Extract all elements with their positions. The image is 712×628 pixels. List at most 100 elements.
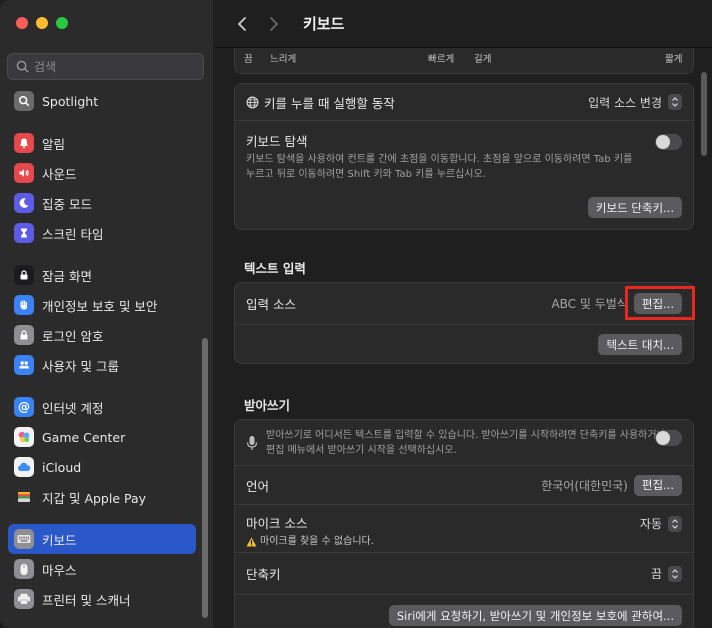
mic-source-popup[interactable]: 자동 <box>640 515 682 532</box>
sidebar-item-wallet[interactable]: 지갑 및 Apple Pay <box>8 482 196 512</box>
sidebar-item-label: 로그인 암호 <box>42 328 104 344</box>
highlight-box <box>625 286 695 320</box>
hourglass-icon <box>14 223 34 243</box>
updown-chevron-icon <box>668 565 682 582</box>
key-repeat-slider-labels: 끔 느리게 빠르게 길게 짧게 <box>234 48 694 74</box>
slider-label-off: 끔 <box>244 54 253 65</box>
sidebar-item-notifications[interactable]: 알림 <box>8 128 196 158</box>
mouse-icon <box>14 559 34 579</box>
sidebar-scrollbar[interactable] <box>202 338 208 618</box>
sidebar-item-label: 인터넷 계정 <box>42 400 104 416</box>
sidebar-item-users[interactable]: 사용자 및 그룹 <box>8 350 196 380</box>
sidebar-item-label: 잠금 화면 <box>42 268 92 284</box>
sidebar-item-sound[interactable]: 사운드 <box>8 158 196 188</box>
keyboard-navigation-desc-1: 키보드 탐색을 사용하여 컨트롤 간에 초점을 이동합니다. 초점을 앞으로 이… <box>246 154 633 165</box>
users-icon <box>14 355 34 375</box>
dictation-section-title: 받아쓰기 <box>244 398 291 413</box>
sidebar-item-privacy[interactable]: 개인정보 보호 및 보안 <box>8 290 196 320</box>
sidebar-item-lock-screen[interactable]: 잠금 화면 <box>8 260 196 290</box>
microphone-icon <box>246 435 258 450</box>
mic-source-row: 마이크 소스 마이크를 찾을 수 없습니다. 자동 <box>235 504 693 552</box>
dictation-language-value: 한국어(대한민국) <box>541 478 628 493</box>
globe-key-popup[interactable]: 입력 소스 변경 <box>588 94 682 111</box>
sidebar: Spotlight 알림 사운드 집중 모드 <box>0 0 214 628</box>
sidebar-item-label: iCloud <box>42 459 82 475</box>
keyboard-navigation-label: 키보드 탐색 <box>246 134 308 149</box>
dictation-language-label: 언어 <box>246 478 270 494</box>
main-pane: 키보드 끔 느리게 빠르게 길게 짧게 키를 누를 때 실행할 동작 입력 소스… <box>215 0 712 628</box>
sidebar-item-label: 스크린 타임 <box>42 226 104 242</box>
sidebar-list: Spotlight 알림 사운드 집중 모드 스크린 타임 잠금 화면 개인정보… <box>8 86 196 614</box>
keyboard-navigation-toggle[interactable] <box>655 134 682 150</box>
settings-content: 끔 느리게 빠르게 길게 짧게 키를 누를 때 실행할 동작 입력 소스 변경 … <box>215 48 712 628</box>
sidebar-item-mouse[interactable]: 마우스 <box>8 554 196 584</box>
bell-icon <box>14 133 34 153</box>
dictation-language-edit-button[interactable]: 편집... <box>633 474 682 496</box>
dictation-shortcut-value: 끔 <box>650 567 662 581</box>
keyboard-shortcuts-button[interactable]: 키보드 단축키... <box>587 197 682 218</box>
keyboard-icon <box>14 529 34 549</box>
sidebar-item-printers[interactable]: 프린터 및 스캐너 <box>8 584 196 614</box>
updown-chevron-icon <box>668 515 682 532</box>
search-field[interactable] <box>7 53 204 80</box>
dictation-language-row: 언어 한국어(대한민국) 편집... <box>235 465 693 504</box>
moon-icon <box>14 193 34 213</box>
sidebar-item-spotlight[interactable]: Spotlight <box>8 86 196 116</box>
sidebar-item-label: Game Center <box>42 429 126 445</box>
cloud-icon <box>14 457 34 477</box>
dictation-shortcut-row: 단축키 끔 <box>235 552 693 594</box>
dictation-desc: 받아쓰기로 어디서든 텍스트를 입력할 수 있습니다. 받아쓰기를 시작하려면 … <box>266 428 666 458</box>
hand-icon <box>14 295 34 315</box>
sidebar-item-internet-accounts[interactable]: @ 인터넷 계정 <box>8 392 196 422</box>
back-button[interactable] <box>227 9 257 39</box>
globe-key-row: 키를 누를 때 실행할 동작 입력 소스 변경 <box>235 84 693 120</box>
sidebar-item-icloud[interactable]: iCloud <box>8 452 196 482</box>
keyboard-options-card: 키를 누를 때 실행할 동작 입력 소스 변경 키보드 탐색 키보드 탐색을 사… <box>234 83 694 230</box>
slider-label-slow: 느리게 <box>270 54 297 65</box>
keyboard-navigation-row: 키보드 탐색 키보드 탐색을 사용하여 컨트롤 간에 초점을 이동합니다. 초점… <box>235 120 693 230</box>
text-input-section-title: 텍스트 입력 <box>244 261 306 276</box>
globe-icon <box>246 96 259 108</box>
search-input[interactable] <box>34 59 194 74</box>
text-replacements-button[interactable]: 텍스트 대치... <box>598 334 682 355</box>
printer-icon <box>14 589 34 609</box>
mic-warning: 마이크를 찾을 수 없습니다. <box>246 534 682 549</box>
dictation-privacy-button[interactable]: Siri에게 요청하기, 받아쓰기 및 개인정보 보호에 관하여... <box>388 605 682 626</box>
chevron-left-icon <box>238 16 246 31</box>
toolbar: 키보드 <box>215 0 712 48</box>
sidebar-item-screen-time[interactable]: 스크린 타임 <box>8 218 196 248</box>
dictation-shortcut-popup[interactable]: 끔 <box>651 565 682 582</box>
dictation-shortcut-label: 단축키 <box>246 567 281 582</box>
sidebar-item-label: 지갑 및 Apple Pay <box>42 490 147 506</box>
sidebar-item-label: 마우스 <box>42 562 77 578</box>
keyboard-navigation-desc-2: 누르고 뒤로 이동하려면 Shift 키와 Tab 키를 누르십시오. <box>246 169 486 180</box>
speaker-icon <box>14 163 34 183</box>
dictation-desc-2: 편집 메뉴에서 받아쓰기 시작을 선택하십시오. <box>266 444 457 456</box>
mic-source-label: 마이크 소스 <box>246 516 308 531</box>
dictation-desc-1: 받아쓰기로 어디서든 텍스트를 입력할 수 있습니다. 받아쓰기를 시작하려면 … <box>266 429 666 441</box>
page-title: 키보드 <box>303 15 345 33</box>
close-button[interactable] <box>16 17 28 29</box>
at-icon: @ <box>14 397 34 417</box>
sidebar-item-focus[interactable]: 집중 모드 <box>8 188 196 218</box>
chevron-right-icon <box>270 16 278 31</box>
privacy-controls: Siri에게 요청하기, 받아쓰기 및 개인정보 보호에 관하여... <box>388 605 682 626</box>
sidebar-item-game-center[interactable]: Game Center <box>8 422 196 452</box>
zoom-button[interactable] <box>56 17 68 29</box>
slider-label-fast: 빠르게 <box>428 54 455 65</box>
mic-source-value: 자동 <box>639 517 662 531</box>
sidebar-item-label: 알림 <box>42 136 66 152</box>
sidebar-item-keyboard[interactable]: 키보드 <box>8 524 196 554</box>
minimize-button[interactable] <box>36 17 48 29</box>
sidebar-item-label: 프린터 및 스캐너 <box>42 592 131 608</box>
input-sources-label: 입력 소스 <box>246 297 296 312</box>
sidebar-item-login-password[interactable]: 로그인 암호 <box>8 320 196 350</box>
dictation-toggle-row: 받아쓰기로 어디서든 텍스트를 입력할 수 있습니다. 받아쓰기를 시작하려면 … <box>235 420 693 465</box>
forward-button[interactable] <box>259 9 289 39</box>
wallet-icon <box>14 487 34 507</box>
content-scrollbar[interactable] <box>701 72 707 156</box>
dictation-toggle[interactable] <box>655 430 682 446</box>
input-sources-value: ABC 및 두벌식 <box>551 297 628 311</box>
sidebar-item-label: 집중 모드 <box>42 196 92 212</box>
slider-label-short: 짧게 <box>665 54 683 65</box>
